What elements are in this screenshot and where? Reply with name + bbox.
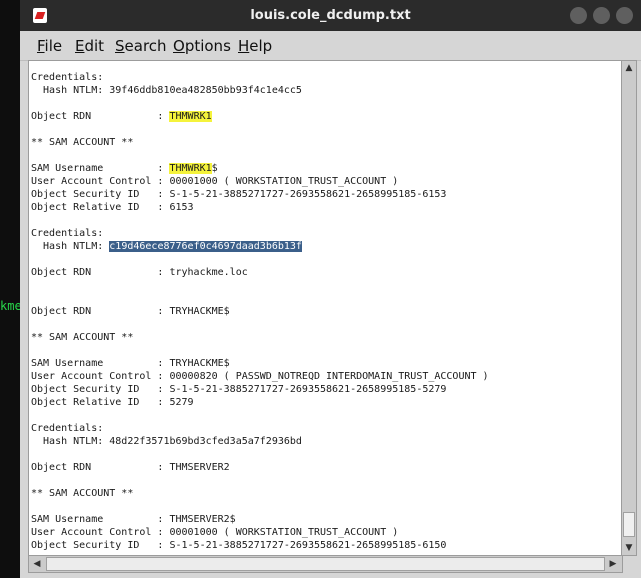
text-line: Hash NTLM: 48d22f3571b69bd3cfed3a5a7f293… [31,436,302,447]
text-line: User Account Control : 00001000 ( WORKST… [31,176,399,187]
text-line: Object RDN : tryhackme.loc [31,267,248,278]
search-highlight: THMWRK1 [169,163,212,174]
horizontal-scroll-thumb[interactable] [46,557,605,571]
text-line: ** SAM ACCOUNT ** [31,137,134,148]
text-line: Credentials: [31,72,104,83]
text-line: ** SAM ACCOUNT ** [31,488,134,499]
menu-search[interactable]: Search [115,37,167,55]
close-button[interactable] [616,7,633,24]
scroll-down-arrow-icon[interactable]: ▼ [622,541,636,555]
scroll-right-arrow-icon[interactable]: ▶ [606,557,620,571]
text-line: SAM Username : THMSERVER2$ [31,514,236,525]
maximize-button[interactable] [593,7,610,24]
text-line: Object RDN : THMWRK1 [31,111,212,122]
editor-window: louis.cole_dcdump.txt File Edit Search O… [20,0,641,578]
text-line: SAM Username : TRYHACKME$ [31,358,230,369]
scroll-up-arrow-icon[interactable]: ▲ [622,61,636,75]
menu-help[interactable]: Help [238,37,272,55]
text-line: ** SAM ACCOUNT ** [31,332,134,343]
menu-options[interactable]: Options [173,37,231,55]
vertical-scrollbar[interactable]: ▲ ▼ [621,60,637,556]
text-line: SAM Username : THMWRK1$ [31,163,218,174]
text-line: User Account Control : 00001000 ( WORKST… [31,527,399,538]
menu-bar: File Edit Search Options Help [20,31,641,61]
background-terminal: kme, [0,0,29,578]
text-line: Credentials: [31,228,104,239]
text-line: Object RDN : THMSERVER2 [31,462,230,473]
text-line: Object Security ID : S-1-5-21-3885271727… [31,384,447,395]
title-bar[interactable]: louis.cole_dcdump.txt [20,0,641,31]
text-content-area[interactable]: Credentials: Hash NTLM: 39f46ddb810ea482… [28,60,623,556]
text-line: Hash NTLM: 39f46ddb810ea482850bb93f4c1e4… [31,85,302,96]
text-line: Object Security ID : S-1-5-21-3885271727… [31,540,447,551]
text-line: Object Security ID : S-1-5-21-3885271727… [31,189,447,200]
vertical-scroll-thumb[interactable] [623,512,635,537]
menu-file[interactable]: File [37,37,62,55]
text-line: Hash NTLM: c19d46ece8776ef0c4697daad3b6b… [31,241,302,252]
text-line: User Account Control : 00000820 ( PASSWD… [31,371,489,382]
menu-edit[interactable]: Edit [75,37,104,55]
window-title: louis.cole_dcdump.txt [250,8,411,23]
horizontal-scrollbar[interactable]: ◀ ▶ [28,555,623,573]
selected-hash-text: c19d46ece8776ef0c4697daad3b6b13f [109,241,302,252]
scroll-left-arrow-icon[interactable]: ◀ [30,557,44,571]
text-line: Object RDN : TRYHACKME$ [31,306,230,317]
text-line: Object Relative ID : 5279 [31,397,194,408]
text-line: Credentials: [31,423,104,434]
minimize-button[interactable] [570,7,587,24]
text-line: Object Relative ID : 6153 [31,202,194,213]
search-highlight: THMWRK1 [169,111,212,122]
